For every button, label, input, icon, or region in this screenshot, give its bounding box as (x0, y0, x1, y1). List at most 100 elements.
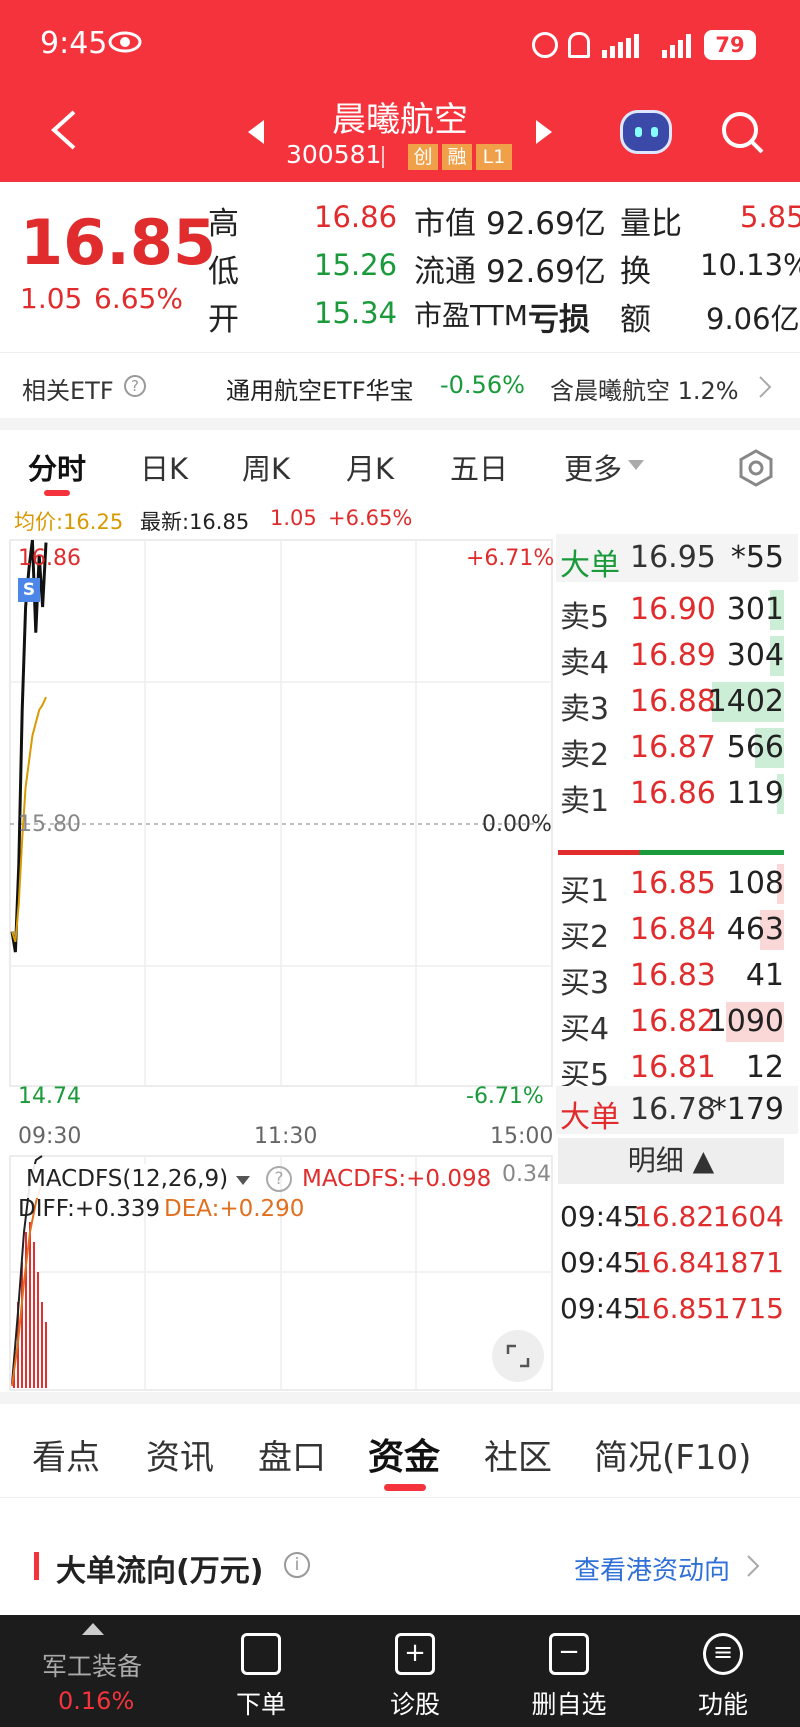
tab-community[interactable]: 社区 (484, 1430, 552, 1479)
ob-price: 16.95 (630, 540, 716, 575)
help-icon[interactable]: ? (266, 1166, 292, 1192)
bid-row[interactable]: 买1 16.85 108 (556, 860, 798, 909)
trade-price: 16.82 (634, 1200, 715, 1233)
hk-flow-link[interactable]: 查看港资动向 (574, 1550, 730, 1587)
nav-functions[interactable]: ≡ 功能 (648, 1615, 798, 1727)
ob-label: 大单 (560, 1100, 620, 1135)
bid-row[interactable]: 买2 16.84 463 (556, 906, 798, 955)
ob-volume: 1402 (707, 684, 784, 719)
big-order-top[interactable]: 大单 16.95 *55 (556, 534, 798, 583)
time-start: 09:30 (18, 1124, 82, 1149)
expand-icon (506, 1344, 530, 1368)
ob-label: 买2 (560, 920, 610, 955)
tab-intraday[interactable]: 分时 (28, 446, 86, 488)
tab-highlights[interactable]: 看点 (32, 1430, 100, 1479)
tab-news[interactable]: 资讯 (146, 1430, 214, 1479)
nav-order[interactable]: 下单 (186, 1615, 336, 1727)
nav-label: 功能 (697, 1690, 748, 1719)
ask-row[interactable]: 卖2 16.87 566 (556, 724, 798, 773)
ob-label: 买1 (560, 874, 610, 909)
ob-label: 买3 (560, 966, 610, 1001)
etf-change: -0.56% (440, 371, 525, 399)
order-book: 大单 16.95 *55 卖5 16.90 301 卖4 16.89 304 卖3 16.88 140… (556, 534, 800, 1392)
price-change-pct: 6.65% (94, 282, 183, 315)
eye-icon (108, 31, 142, 53)
detail-button[interactable]: 明细 ▲ (558, 1138, 784, 1184)
turnover-label: 换 (620, 254, 651, 290)
ask-row[interactable]: 卖1 16.86 119 (556, 770, 798, 819)
bid-row[interactable]: 买5 16.81 12 (556, 1044, 798, 1093)
chevron-right-icon (759, 376, 772, 398)
ob-label: 买4 (560, 1012, 610, 1047)
macdfs-value: MACDFS:+0.098 (302, 1166, 492, 1192)
ob-label: 卖1 (560, 784, 610, 819)
bid-row[interactable]: 买4 16.82 1090 (556, 998, 798, 1047)
flow-title: 大单流向(万元) (56, 1554, 264, 1589)
etf-row[interactable]: 相关ETF ? 通用航空ETF华宝 -0.56% 含晨曦航空 1.2% (0, 352, 800, 418)
flow-section: 大单流向(万元) i 查看港资动向 (0, 1498, 800, 1615)
trade-time: 09:45 (560, 1200, 641, 1233)
ob-price: 16.78 (630, 1092, 716, 1127)
nav-diagnose[interactable]: + 诊股 (340, 1615, 490, 1727)
back-icon[interactable] (48, 108, 78, 152)
ask-row[interactable]: 卖4 16.89 304 (556, 632, 798, 681)
sell-marker: S (18, 578, 40, 602)
next-stock-icon[interactable] (534, 118, 554, 146)
detail-tabs: 看点 资讯 盘口 资金 社区 简况(F10) (0, 1404, 800, 1498)
high-value: 16.86 (314, 200, 398, 234)
mktcap-value: 92.69亿 (486, 206, 606, 242)
ob-label: 卖3 (560, 692, 610, 727)
trade-row: 09:45 16.82 1604 (556, 1194, 798, 1242)
chart-bot-price: 14.74 (18, 1084, 81, 1109)
intraday-chart[interactable] (0, 534, 556, 1124)
tab-market[interactable]: 盘口 (258, 1430, 326, 1479)
info-icon: i (284, 1552, 310, 1578)
ob-volume: 304 (726, 638, 784, 673)
trade-volume: 1604 (712, 1200, 784, 1233)
ob-price: 16.89 (630, 638, 716, 673)
nav-label: 诊股 (389, 1690, 440, 1719)
quote-panel: 16.85 1.05 6.65% 高 16.86 低 15.26 开 15.34… (0, 182, 800, 352)
trade-volume: 1871 (712, 1246, 784, 1279)
tab-capital[interactable]: 资金 (368, 1428, 440, 1480)
ob-label: 卖5 (560, 600, 610, 635)
ob-label: 卖2 (560, 738, 610, 773)
sector-name[interactable]: 军工装备 (42, 1647, 142, 1683)
tab-five-day[interactable]: 五日 (450, 446, 508, 488)
trade-price: 16.84 (634, 1246, 715, 1279)
up-arrow-icon (82, 1623, 104, 1635)
search-icon[interactable] (718, 108, 766, 156)
ask-row[interactable]: 卖5 16.90 301 (556, 586, 798, 635)
mktcap-label: 市值 (414, 206, 476, 242)
ob-price: 16.82 (630, 1004, 716, 1039)
pe-label: 市盈TTM (414, 299, 528, 332)
badge-text: L1 (482, 146, 506, 168)
ob-volume: 463 (726, 912, 784, 947)
tab-weekly-k[interactable]: 周K (242, 446, 290, 488)
ask-row[interactable]: 卖3 16.88 1402 (556, 678, 798, 727)
tab-f10[interactable]: 简况(F10) (594, 1430, 751, 1479)
nav-label: 下单 (235, 1690, 286, 1719)
pe-value: 亏损 (528, 302, 590, 338)
ob-price: 16.88 (630, 684, 716, 719)
ob-price: 16.90 (630, 592, 716, 627)
nav-remove-watchlist[interactable]: − 删自选 (494, 1615, 644, 1727)
chart-mid-pct: 0.00% (482, 812, 552, 837)
dea-value: DEA:+0.290 (164, 1196, 305, 1222)
fullscreen-button[interactable] (492, 1330, 544, 1382)
tab-monthly-k[interactable]: 月K (346, 446, 394, 488)
robot-assistant-icon[interactable] (620, 110, 672, 154)
high-label: 高 (208, 206, 239, 242)
badge-chuang: 创 (408, 144, 438, 170)
menu-icon: ≡ (703, 1633, 743, 1675)
big-order-bottom[interactable]: 大单 16.78 *179 (556, 1086, 798, 1135)
settings-icon[interactable] (736, 448, 776, 488)
prev-stock-icon[interactable] (246, 118, 266, 146)
battery-icon: 79 (704, 30, 756, 60)
bid-row[interactable]: 买3 16.83 41 (556, 952, 798, 1001)
ob-volume: 1090 (707, 1004, 784, 1039)
macd-indicator-select[interactable]: MACDFS(12,26,9) (20, 1164, 260, 1198)
ob-price: 16.85 (630, 866, 716, 901)
tab-daily-k[interactable]: 日K (140, 446, 188, 488)
tab-more[interactable]: 更多 (564, 446, 622, 488)
